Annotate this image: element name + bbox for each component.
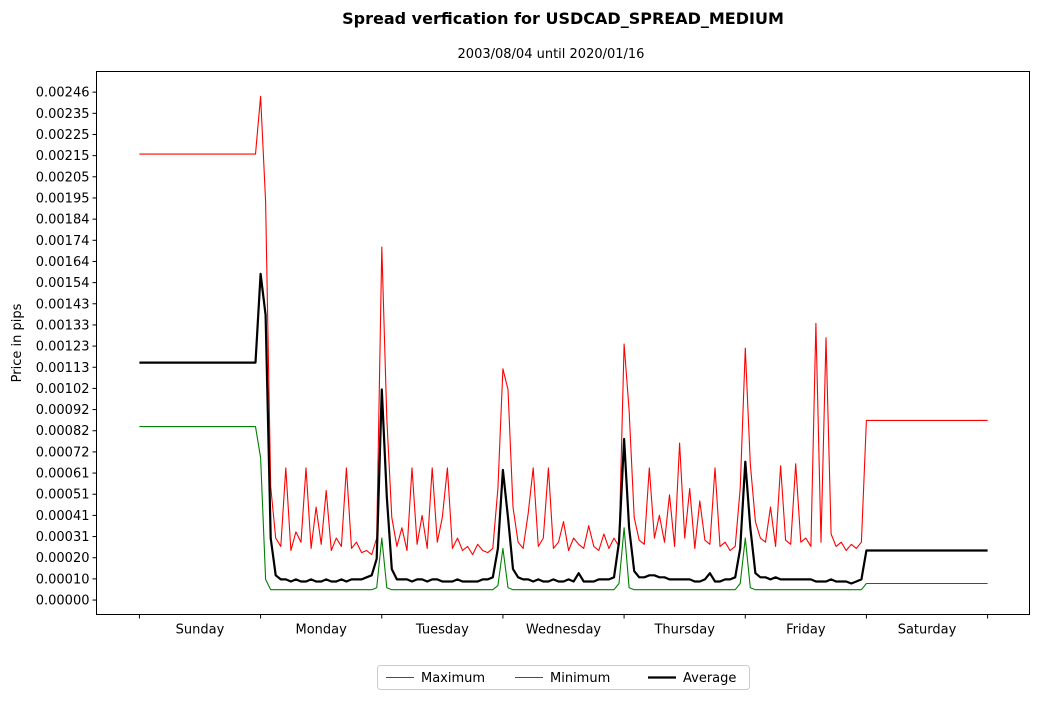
y-tick-label: 0.00061 (36, 467, 90, 482)
y-tick-label: 0.00195 (36, 191, 90, 206)
x-tick-label-saturday: Saturday (898, 623, 957, 638)
series-layer (139, 95, 988, 591)
y-tick-label: 0.00184 (36, 213, 90, 228)
y-tick-label: 0.00133 (36, 318, 90, 333)
x-tick-label-monday: Monday (296, 623, 348, 638)
y-tick-label: 0.00072 (36, 445, 90, 460)
x-tick-label-friday: Friday (786, 623, 826, 638)
y-tick-label: 0.00051 (36, 488, 90, 503)
y-tick-label: 0.00113 (36, 361, 90, 376)
y-tick-label: 0.00102 (36, 382, 90, 397)
chart-subtitle: 2003/08/04 until 2020/01/16 (458, 47, 645, 62)
legend: Maximum Minimum Average (377, 665, 750, 690)
x-axis: Sunday Monday Tuesday Wednesday Thursday Frid… (138, 614, 989, 638)
y-tick-label: 0.00082 (36, 424, 90, 439)
x-tick-label-sunday: Sunday (176, 623, 225, 638)
y-tick-label: 0.00041 (36, 509, 90, 524)
legend-label-average: Average (683, 671, 736, 686)
y-tick-label: 0.00031 (36, 530, 90, 545)
y-tick-label: 0.00020 (36, 551, 90, 566)
y-axis-label: Price in pips (10, 303, 25, 382)
x-tick-label-tuesday: Tuesday (415, 623, 469, 638)
spread-chart: Spread verfication for USDCAD_SPREAD_MED… (10, 9, 1030, 690)
y-tick-label: 0.00174 (36, 234, 90, 249)
y-tick-label: 0.00154 (36, 276, 90, 291)
y-tick-label: 0.00205 (36, 170, 90, 185)
chart-title: Spread verfication for USDCAD_SPREAD_MED… (342, 9, 784, 28)
y-tick-label: 0.00215 (36, 149, 90, 164)
y-tick-label: 0.00010 (36, 572, 90, 587)
y-tick-label: 0.00164 (36, 255, 90, 270)
x-tick-label-wednesday: Wednesday (526, 623, 602, 638)
y-tick-label: 0.00235 (36, 107, 90, 122)
y-tick-label: 0.00225 (36, 128, 90, 143)
plot-frame (96, 71, 1030, 615)
y-tick-label: 0.00246 (36, 86, 90, 101)
y-axis: 0.00000 0.00010 0.00020 0.00031 0.00041 0.000… (36, 86, 97, 609)
legend-label-minimum: Minimum (550, 671, 610, 686)
series-line-minimum (139, 426, 988, 591)
x-tick-label-thursday: Thursday (653, 623, 715, 638)
legend-label-maximum: Maximum (421, 671, 485, 686)
y-tick-label: 0.00092 (36, 403, 90, 418)
y-tick-label: 0.00000 (36, 594, 90, 609)
y-tick-label: 0.00123 (36, 340, 90, 355)
y-tick-label: 0.00143 (36, 297, 90, 312)
series-line-average (139, 272, 988, 585)
